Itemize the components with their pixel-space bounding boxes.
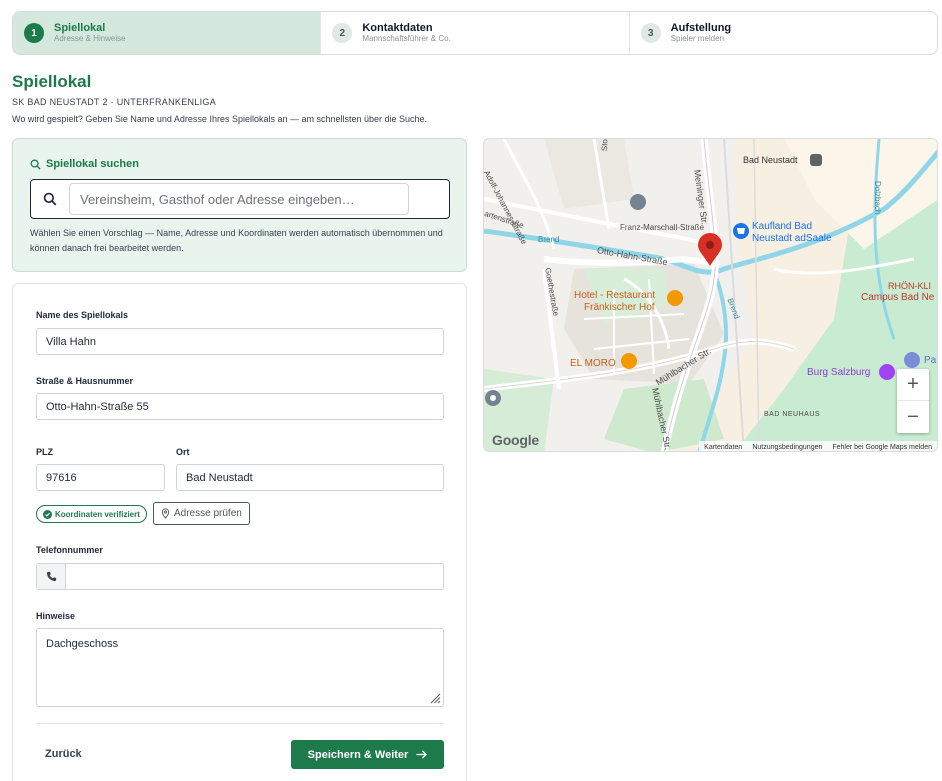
step-subtitle: Spieler melden: [670, 34, 725, 43]
step-aufstellung[interactable]: 3 Aufstellung Spieler melden: [630, 12, 937, 54]
map-label-street: Franz-Marschall-Straße: [620, 223, 705, 232]
step-title: Spiellokal: [54, 22, 106, 34]
street-input[interactable]: Otto-Hahn-Straße 55: [36, 393, 444, 420]
step-title: Aufstellung: [670, 22, 732, 34]
step-number: 2: [332, 23, 353, 43]
map-label-poi: Neustadt adSaale: [752, 233, 832, 244]
plz-label: PLZ: [36, 447, 53, 457]
google-logo: Google: [492, 432, 540, 448]
form-divider: [36, 723, 444, 724]
save-label: Speichern & Weiter: [307, 748, 409, 761]
check-circle-icon: [43, 509, 52, 519]
check-address-button[interactable]: Adresse prüfen: [153, 502, 250, 525]
page-description: Wo wird gespielt? Geben Sie Name und Adr…: [12, 114, 428, 124]
resize-handle-icon[interactable]: [429, 692, 441, 704]
terms-link[interactable]: Nutzungsbedingungen: [752, 444, 822, 451]
map-label-river: Brend: [538, 235, 560, 244]
map-label-place: Bad Neustadt: [743, 155, 798, 165]
arrow-right-icon: [416, 750, 428, 759]
plz-input[interactable]: 97616: [36, 464, 165, 491]
search-icon: [30, 159, 41, 170]
phone-input[interactable]: [66, 564, 443, 589]
verified-label: Koordinaten verifiziert: [55, 509, 140, 519]
map-label-poi: Hotel - Restaurant: [574, 290, 656, 301]
stepper: 1 Spiellokal Adresse & Hinweise 2 Kontak…: [12, 11, 938, 55]
search-card: Spiellokal suchen Wählen Sie einen Vorsc…: [12, 138, 467, 272]
street-label: Straße & Hausnummer: [36, 376, 134, 386]
map-data-link[interactable]: Kartendaten: [704, 444, 742, 451]
phone-label: Telefonnummer: [36, 545, 103, 555]
search-title: Spiellokal suchen: [30, 158, 139, 170]
map-label-poi: Pa: [924, 355, 937, 366]
step-subtitle: Adresse & Hinweise: [54, 34, 126, 43]
map-label-poi: Fränkischer Hof: [584, 302, 655, 313]
map-label-poi: EL MORO: [570, 358, 616, 369]
name-label: Name des Spiellokals: [36, 310, 129, 320]
notes-value: Dachgeschoss: [46, 638, 119, 650]
step-title: Kontaktdaten: [362, 22, 433, 34]
search-input[interactable]: [69, 183, 409, 215]
page-title: Spiellokal: [12, 72, 92, 91]
search-title-label: Spiellokal suchen: [46, 158, 139, 170]
map-label-district: BAD NEUHAUS: [764, 411, 821, 418]
save-continue-button[interactable]: Speichern & Weiter: [291, 740, 444, 769]
search-icon: [43, 192, 57, 206]
map-label-street: Stockgasse: [600, 139, 610, 151]
ort-label: Ort: [176, 447, 190, 457]
name-input[interactable]: Villa Hahn: [36, 328, 444, 355]
search-box[interactable]: [30, 179, 450, 219]
page-subtitle: SK BAD NEUSTADT 2 · UNTERFRANKENLIGA: [12, 97, 217, 107]
step-number: 1: [24, 23, 44, 43]
map-label-street: Dolzbach: [873, 181, 882, 215]
zoom-controls: + −: [897, 369, 929, 433]
map-label-poi: RHÖN-KLI: [888, 281, 932, 291]
notes-textarea[interactable]: Dachgeschoss: [36, 628, 444, 707]
check-address-label: Adresse prüfen: [174, 508, 242, 519]
map-label-poi: Campus Bad Ne: [861, 292, 935, 303]
notes-label: Hinweise: [36, 611, 76, 621]
phone-icon: [37, 564, 66, 589]
report-error-link[interactable]: Fehler bei Google Maps melden: [832, 444, 932, 451]
step-spiellokal[interactable]: 1 Spiellokal Adresse & Hinweise: [13, 12, 322, 54]
phone-field[interactable]: [36, 563, 444, 590]
step-kontaktdaten[interactable]: 2 Kontaktdaten Mannschaftsführer & Co.: [321, 12, 630, 54]
map-label-poi: Burg Salzburg: [807, 367, 871, 378]
back-button[interactable]: Zurück: [45, 748, 82, 760]
coordinates-verified-badge: Koordinaten verifiziert: [36, 505, 147, 523]
zoom-in-button[interactable]: +: [897, 369, 929, 401]
map[interactable]: Adolf-Johannes-Straße Stockgasse Meining…: [483, 138, 938, 452]
zoom-out-button[interactable]: −: [897, 401, 929, 433]
search-help-text: Wählen Sie einen Vorschlag — Name, Adres…: [30, 228, 443, 253]
map-label-poi: Kaufland Bad: [752, 221, 813, 232]
form-card: Name des Spiellokals Villa Hahn Straße &…: [12, 283, 467, 781]
step-number: 3: [640, 23, 661, 43]
ort-input[interactable]: Bad Neustadt: [176, 464, 444, 491]
map-attribution: Kartendaten Nutzungsbedingungen Fehler b…: [699, 441, 937, 451]
map-pin-icon: [161, 508, 170, 519]
step-subtitle: Mannschaftsführer & Co.: [362, 34, 451, 43]
